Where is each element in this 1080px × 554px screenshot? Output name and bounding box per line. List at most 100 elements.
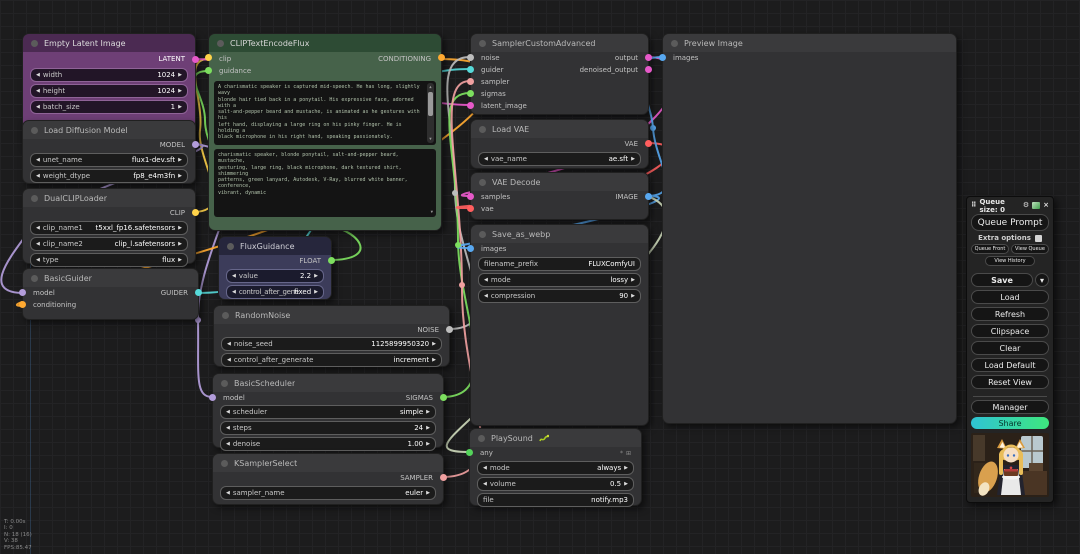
widget-height[interactable]: ◀ height 1024 ▶ [30, 84, 188, 98]
tags-textarea[interactable]: charismatic speaker, blonde ponytail, sa… [214, 149, 436, 217]
node-title-bar[interactable]: Preview Image [663, 34, 956, 52]
widget-filename-prefix[interactable]: filename_prefix FLUXComfyUI [478, 257, 641, 271]
decrement-arrow-icon[interactable]: ◀ [232, 273, 236, 279]
widget-mode[interactable]: ◀ mode always ▶ [477, 461, 634, 475]
widget-denoise[interactable]: ◀ denoise 1.00 ▶ [220, 437, 436, 451]
decrement-arrow-icon[interactable]: ◀ [484, 277, 488, 283]
node-vae-decode[interactable]: VAE Decode samples IMAGE vae [467, 172, 652, 220]
node-title-bar[interactable]: CLIPTextEncodeFlux [209, 34, 441, 52]
view-queue-button[interactable]: View Queue [1011, 244, 1049, 254]
widget-width[interactable]: ◀ width 1024 ▶ [30, 68, 188, 82]
input-slot-samples[interactable] [467, 193, 474, 200]
input-slot-model[interactable] [209, 394, 216, 401]
input-slot-model[interactable] [19, 289, 26, 296]
node-play-sound[interactable]: PlaySound any * ⊞ ◀ mode always ▶ ◀ volume 0.5… [466, 428, 642, 507]
widget-control-after-generate[interactable]: ◀ control_after_generate increment ▶ [221, 353, 442, 367]
node-clip-text-encode-flux[interactable]: CLIPTextEncodeFlux clip CONDITIONING gui… [205, 33, 445, 231]
collapse-dot-icon[interactable] [31, 274, 38, 282]
increment-arrow-icon[interactable]: ▶ [631, 156, 635, 162]
drag-handle-icon[interactable]: ⠿ [971, 202, 976, 209]
queue-prompt-button[interactable]: Queue Prompt [971, 214, 1049, 231]
output-slot-sigmas[interactable] [440, 394, 447, 401]
decrement-arrow-icon[interactable]: ◀ [227, 357, 231, 363]
decrement-arrow-icon[interactable]: ◀ [227, 341, 231, 347]
input-slot-images[interactable] [659, 54, 666, 61]
collapse-dot-icon[interactable] [217, 39, 224, 47]
decrement-arrow-icon[interactable]: ◀ [36, 88, 40, 94]
widget-sampler-name[interactable]: ◀ sampler_name euler ▶ [220, 486, 436, 500]
widget-file[interactable]: file notify.mp3 [477, 493, 634, 507]
collapse-dot-icon[interactable] [227, 242, 234, 250]
increment-arrow-icon[interactable]: ▶ [432, 357, 436, 363]
collapse-dot-icon[interactable] [31, 194, 38, 202]
increment-arrow-icon[interactable]: ▶ [178, 88, 182, 94]
increment-arrow-icon[interactable]: ▶ [426, 409, 430, 415]
output-slot-vae[interactable] [645, 140, 652, 147]
decrement-arrow-icon[interactable]: ◀ [226, 441, 230, 447]
increment-arrow-icon[interactable]: ▶ [178, 157, 182, 163]
decrement-arrow-icon[interactable]: ◀ [36, 157, 40, 163]
increment-arrow-icon[interactable]: ▶ [624, 481, 628, 487]
increment-arrow-icon[interactable]: ▶ [624, 465, 628, 471]
widget-steps[interactable]: ◀ steps 24 ▶ [220, 421, 436, 435]
node-title-bar[interactable]: RandomNoise [214, 306, 449, 324]
output-slot-output[interactable] [645, 54, 652, 61]
increment-arrow-icon[interactable]: ▶ [178, 104, 182, 110]
decrement-arrow-icon[interactable]: ◀ [36, 225, 40, 231]
node-title-bar[interactable]: Load VAE [471, 120, 648, 138]
node-load-vae[interactable]: Load VAE VAE ◀ vae_name ae.sft ▶ [470, 119, 652, 169]
collapse-dot-icon[interactable] [479, 178, 486, 186]
output-slot-guider[interactable] [195, 289, 202, 296]
collapse-dot-icon[interactable] [479, 125, 486, 133]
node-sampler-custom-advanced[interactable]: SamplerCustomAdvanced noise output guider… [467, 33, 652, 115]
input-slot-guidance[interactable] [205, 67, 212, 74]
node-title-bar[interactable]: FluxGuidance [219, 237, 331, 255]
output-slot-model[interactable] [192, 141, 199, 148]
scroll-up-icon[interactable]: ▲ [427, 84, 434, 90]
node-title-bar[interactable]: VAE Decode [471, 173, 648, 191]
increment-arrow-icon[interactable]: ▶ [314, 273, 318, 279]
collapse-dot-icon[interactable] [221, 379, 228, 387]
output-slot-denoised-output[interactable] [645, 66, 652, 73]
decrement-arrow-icon[interactable]: ◀ [36, 173, 40, 179]
decrement-arrow-icon[interactable]: ◀ [36, 72, 40, 78]
load-default-button[interactable]: Load Default [971, 358, 1049, 372]
node-title-bar[interactable]: DualCLIPLoader [23, 189, 195, 207]
refresh-button[interactable]: Refresh [971, 307, 1049, 321]
prompt-textarea[interactable]: A charismatic speaker is captured mid-sp… [214, 81, 436, 145]
workflow-image-icon[interactable] [1032, 202, 1041, 209]
decrement-arrow-icon[interactable]: ◀ [226, 409, 230, 415]
decrement-arrow-icon[interactable]: ◀ [36, 241, 40, 247]
collapse-dot-icon[interactable] [221, 459, 228, 467]
increment-arrow-icon[interactable]: ▶ [178, 173, 182, 179]
widget-type[interactable]: ◀ type flux ▶ [30, 253, 188, 267]
decrement-arrow-icon[interactable]: ◀ [484, 293, 488, 299]
decrement-arrow-icon[interactable]: ◀ [483, 481, 487, 487]
decrement-arrow-icon[interactable]: ◀ [36, 257, 40, 263]
output-slot-latent[interactable] [192, 56, 199, 63]
scrollbar-thumb[interactable] [428, 92, 433, 116]
output-slot-conditioning[interactable] [438, 54, 445, 61]
extra-options-checkbox[interactable] [1034, 234, 1042, 242]
output-slot-clip[interactable] [192, 209, 199, 216]
widget-vae-name[interactable]: ◀ vae_name ae.sft ▶ [478, 152, 641, 166]
node-title-bar[interactable]: Load Diffusion Model [23, 121, 195, 139]
comfyui-canvas[interactable]: Empty Latent Image LATENT ◀ width 1024 ▶ ◀ h… [0, 0, 1080, 554]
output-slot-image[interactable] [645, 193, 652, 200]
widget-clip-name1[interactable]: ◀ clip_name1 t5xxl_fp16.safetensors ▶ [30, 221, 188, 235]
node-title-bar[interactable]: BasicGuider [23, 269, 198, 287]
collapse-dot-icon[interactable] [479, 39, 486, 47]
input-slot-vae[interactable] [467, 205, 474, 212]
widget-volume[interactable]: ◀ volume 0.5 ▶ [477, 477, 634, 491]
collapse-dot-icon[interactable] [479, 230, 486, 238]
save-button[interactable]: Save [971, 273, 1033, 287]
increment-arrow-icon[interactable]: ▶ [426, 490, 430, 496]
queue-preview-thumbnail[interactable] [971, 433, 1049, 497]
view-history-button[interactable]: View History [985, 256, 1035, 266]
input-slot-images[interactable] [467, 245, 474, 252]
input-slot-noise[interactable] [467, 54, 474, 61]
clipspace-button[interactable]: Clipspace [971, 324, 1049, 338]
decrement-arrow-icon[interactable]: ◀ [226, 490, 230, 496]
widget-value[interactable]: ◀ value 2.2 ▶ [226, 269, 324, 283]
input-slot-guider[interactable] [467, 66, 474, 73]
